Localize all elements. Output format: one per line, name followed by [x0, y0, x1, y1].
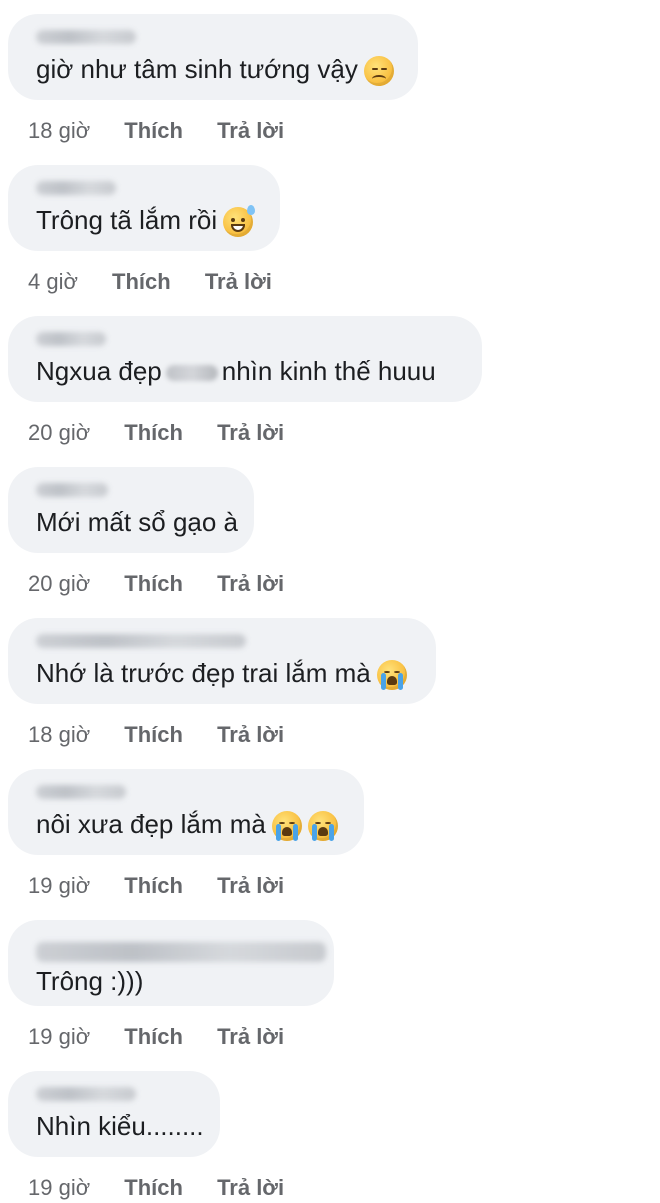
- blurred-author-name[interactable]: [36, 785, 126, 799]
- comment-time: 19 giờ: [28, 1024, 91, 1049]
- like-button[interactable]: Thích: [124, 420, 183, 445]
- like-button[interactable]: Thích: [112, 269, 171, 294]
- comment-bubble[interactable]: Trông :))): [8, 920, 334, 1006]
- comment-bubble[interactable]: Ngxua đẹp nhìn kinh thế huuu: [8, 316, 482, 402]
- comment-text: giờ như tâm sinh tướng vậy: [36, 52, 394, 87]
- blurred-author-name[interactable]: [36, 483, 108, 497]
- comment-text: Trông :))): [36, 966, 144, 996]
- comment-text: nôi xưa đẹp lắm mà: [36, 807, 338, 842]
- reply-button[interactable]: Trả lời: [217, 873, 284, 898]
- blurred-author-name[interactable]: [36, 942, 326, 962]
- comment-bubble[interactable]: Nhớ là trước đẹp trai lắm mà: [8, 618, 436, 704]
- blurred-author-name[interactable]: [36, 332, 106, 346]
- comment-meta: 4 giờ Thích Trả lời: [28, 269, 300, 295]
- comment-time: 19 giờ: [28, 1175, 91, 1200]
- comment-meta: 19 giờ Thích Trả lời: [28, 1175, 312, 1201]
- comment-meta: 20 giờ Thích Trả lời: [28, 420, 312, 446]
- comment-bubble[interactable]: Mới mất sổ gạo à: [8, 467, 254, 553]
- comment-text: Ngxua đẹp nhìn kinh thế huuu: [36, 356, 436, 386]
- comment-time: 20 giờ: [28, 571, 91, 596]
- comment-time: 19 giờ: [28, 873, 91, 898]
- comment-text: Trông tã lắm rồi: [36, 203, 256, 238]
- like-button[interactable]: Thích: [124, 118, 183, 143]
- loudly-crying-face-emoji-icon: [376, 660, 407, 691]
- comment-meta: 18 giờ Thích Trả lời: [28, 722, 312, 748]
- reply-button[interactable]: Trả lời: [217, 118, 284, 143]
- like-button[interactable]: Thích: [124, 571, 183, 596]
- loudly-crying-face-emoji-icon: [271, 811, 302, 842]
- reply-button[interactable]: Trả lời: [217, 1024, 284, 1049]
- comment-bubble[interactable]: giờ như tâm sinh tướng vậy: [8, 14, 418, 100]
- comment-time: 4 giờ: [28, 269, 78, 294]
- comment-text: Nhìn kiểu........: [36, 1111, 204, 1141]
- reply-button[interactable]: Trả lời: [217, 722, 284, 747]
- comment-bubble[interactable]: Trông tã lắm rồi: [8, 165, 280, 251]
- comment-meta: 19 giờ Thích Trả lời: [28, 1024, 312, 1050]
- comment-meta: 20 giờ Thích Trả lời: [28, 571, 312, 597]
- grinning-sweat-face-emoji-icon: [223, 205, 256, 238]
- blurred-author-name[interactable]: [36, 30, 136, 44]
- reply-button[interactable]: Trả lời: [217, 1175, 284, 1200]
- comment-meta: 18 giờ Thích Trả lời: [28, 118, 312, 144]
- reply-button[interactable]: Trả lời: [205, 269, 272, 294]
- disappointed-face-emoji-icon: [363, 56, 394, 87]
- like-button[interactable]: Thích: [124, 722, 183, 747]
- blurred-word: [165, 365, 218, 382]
- comment-time: 20 giờ: [28, 420, 91, 445]
- blurred-author-name[interactable]: [36, 1087, 136, 1101]
- reply-button[interactable]: Trả lời: [217, 571, 284, 596]
- comment-bubble[interactable]: Nhìn kiểu........: [8, 1071, 220, 1157]
- comment-time: 18 giờ: [28, 722, 91, 747]
- like-button[interactable]: Thích: [124, 1024, 183, 1049]
- reply-button[interactable]: Trả lời: [217, 420, 284, 445]
- comment-text: Mới mất sổ gạo à: [36, 507, 239, 537]
- like-button[interactable]: Thích: [124, 1175, 183, 1200]
- comment-text: Nhớ là trước đẹp trai lắm mà: [36, 656, 407, 691]
- like-button[interactable]: Thích: [124, 873, 183, 898]
- blurred-author-name[interactable]: [36, 181, 116, 195]
- comment-time: 18 giờ: [28, 118, 91, 143]
- comment-meta: 19 giờ Thích Trả lời: [28, 873, 312, 899]
- loudly-crying-face-emoji-icon: [307, 811, 338, 842]
- blurred-author-name[interactable]: [36, 634, 246, 648]
- comment-bubble[interactable]: nôi xưa đẹp lắm mà: [8, 769, 364, 855]
